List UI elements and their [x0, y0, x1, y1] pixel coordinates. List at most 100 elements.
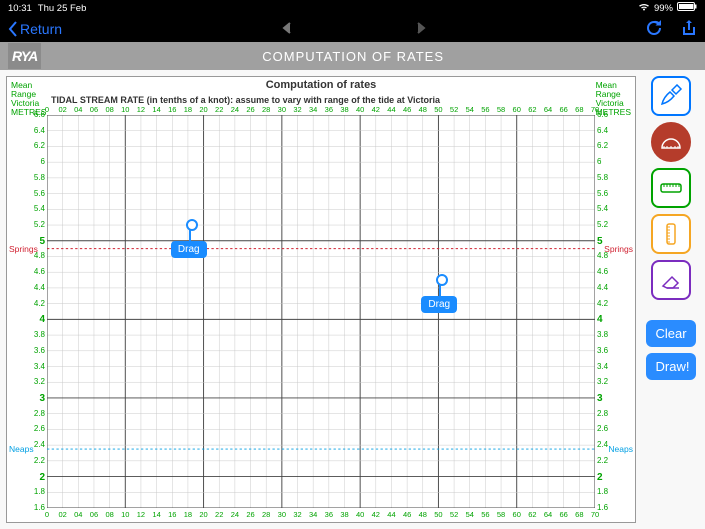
x-tick-label: 64 — [544, 105, 552, 114]
x-tick-label: 60 — [513, 510, 521, 519]
x-tick-label: 50 — [434, 105, 442, 114]
y-tick-label: 2.6 — [597, 424, 633, 433]
y-tick-label: 1.6 — [9, 503, 45, 512]
y-tick-label: 6.2 — [597, 141, 633, 150]
x-tick-label: 42 — [372, 510, 380, 519]
x-tick-label: 0 — [45, 105, 49, 114]
x-tick-label: 26 — [246, 105, 254, 114]
nav-bar: Return — [0, 16, 705, 42]
chart-box: Computation of rates TIDAL STREAM RATE (… — [6, 76, 636, 523]
x-tick-label: 08 — [105, 105, 113, 114]
y-tick-label: 6.4 — [9, 126, 45, 135]
right-toolbar: Clear Draw! — [640, 70, 705, 529]
y-tick-label: 4.2 — [9, 299, 45, 308]
x-tick-label: 68 — [575, 105, 583, 114]
y-tick-label: 2.2 — [9, 456, 45, 465]
status-time: 10:31 — [8, 3, 32, 14]
wifi-icon — [638, 3, 650, 14]
drag-handle-1[interactable]: Drag — [421, 282, 457, 313]
x-tick-label: 50 — [434, 510, 442, 519]
chart-area: Computation of rates TIDAL STREAM RATE (… — [0, 70, 640, 529]
x-tick-label: 62 — [528, 105, 536, 114]
x-tick-label: 14 — [152, 105, 160, 114]
y-axis-right: 1.61.82.22.42.62.83.23.43.63.84.24.44.64… — [595, 115, 635, 508]
chart-grid[interactable]: Drag Drag — [47, 115, 595, 508]
y-tick-label: 5.2 — [597, 220, 633, 229]
x-tick-label: 44 — [387, 105, 395, 114]
share-icon[interactable] — [681, 19, 697, 40]
return-button[interactable]: Return — [8, 21, 62, 37]
x-tick-label: 02 — [58, 105, 66, 114]
clear-button[interactable]: Clear — [646, 320, 696, 347]
refresh-icon[interactable] — [645, 19, 663, 40]
x-tick-label: 20 — [199, 105, 207, 114]
x-tick-label: 22 — [215, 510, 223, 519]
y-tick-label: 6 — [9, 157, 45, 166]
x-tick-label: 68 — [575, 510, 583, 519]
x-tick-label: 40 — [356, 510, 364, 519]
x-tick-label: 52 — [450, 105, 458, 114]
x-tick-label: 56 — [481, 105, 489, 114]
x-tick-label: 28 — [262, 510, 270, 519]
y-tick-label: 2.6 — [9, 424, 45, 433]
x-tick-label: 58 — [497, 105, 505, 114]
x-tick-label: 32 — [293, 105, 301, 114]
x-tick-label: 32 — [293, 510, 301, 519]
nav-back-icon[interactable] — [282, 21, 294, 37]
x-tick-label: 18 — [184, 105, 192, 114]
x-tick-label: 28 — [262, 105, 270, 114]
y-tick-label: 4.6 — [9, 267, 45, 276]
tool-eraser[interactable] — [651, 260, 691, 300]
x-tick-label: 38 — [340, 510, 348, 519]
x-tick-label: 62 — [528, 510, 536, 519]
tool-tape[interactable] — [651, 168, 691, 208]
y-tick-label: 1.8 — [9, 487, 45, 496]
status-date: Thu 25 Feb — [32, 3, 638, 14]
y-tick-label: 6.4 — [597, 126, 633, 135]
x-tick-label: 66 — [560, 105, 568, 114]
x-tick-label: 42 — [372, 105, 380, 114]
chart-subtitle: TIDAL STREAM RATE (in tenths of a knot):… — [51, 95, 440, 105]
x-tick-label: 12 — [137, 105, 145, 114]
y-tick-label: 3 — [9, 393, 45, 404]
y-tick-label: 5.4 — [597, 204, 633, 213]
x-tick-label: 48 — [419, 105, 427, 114]
drag-handle-label: Drag — [171, 241, 207, 258]
tool-pencil[interactable] — [651, 76, 691, 116]
x-tick-label: 56 — [481, 510, 489, 519]
draw-button[interactable]: Draw! — [646, 353, 696, 380]
x-tick-label: 60 — [513, 105, 521, 114]
y-tick-label: 2 — [9, 472, 45, 483]
chart-title: Computation of rates — [7, 79, 635, 91]
tool-protractor[interactable] — [651, 122, 691, 162]
x-tick-label: 34 — [309, 105, 317, 114]
tool-ruler[interactable] — [651, 214, 691, 254]
y-tick-label: 2.8 — [9, 409, 45, 418]
y-tick-label: 6 — [597, 157, 633, 166]
x-axis-bottom: 0020406081012141618202224262830323436384… — [47, 510, 595, 520]
x-tick-label: 54 — [466, 105, 474, 114]
nav-forward-icon[interactable] — [414, 21, 426, 37]
x-tick-label: 44 — [387, 510, 395, 519]
x-tick-label: 12 — [137, 510, 145, 519]
drag-handle-0[interactable]: Drag — [171, 227, 207, 258]
y-tick-label: 3.8 — [597, 330, 633, 339]
x-tick-label: 04 — [74, 510, 82, 519]
y-tick-label: 5.4 — [9, 204, 45, 213]
battery-icon — [677, 2, 697, 14]
y-tick-label: 1.8 — [597, 487, 633, 496]
x-tick-label: 20 — [199, 510, 207, 519]
y-tick-label: 5.6 — [597, 189, 633, 198]
x-tick-label: 04 — [74, 105, 82, 114]
y-tick-label: 4.4 — [9, 283, 45, 292]
x-tick-label: 46 — [403, 105, 411, 114]
y-tick-label: 4 — [9, 314, 45, 325]
y-tick-label: 5.2 — [9, 220, 45, 229]
y-tick-label: 5.6 — [9, 189, 45, 198]
y-tick-label: 3.4 — [597, 362, 633, 371]
x-tick-label: 08 — [105, 510, 113, 519]
x-tick-label: 30 — [278, 510, 286, 519]
y-tick-label: 3.6 — [597, 346, 633, 355]
status-bar: 10:31 Thu 25 Feb 99% — [0, 0, 705, 16]
y-tick-label: 6.6 — [597, 110, 633, 119]
